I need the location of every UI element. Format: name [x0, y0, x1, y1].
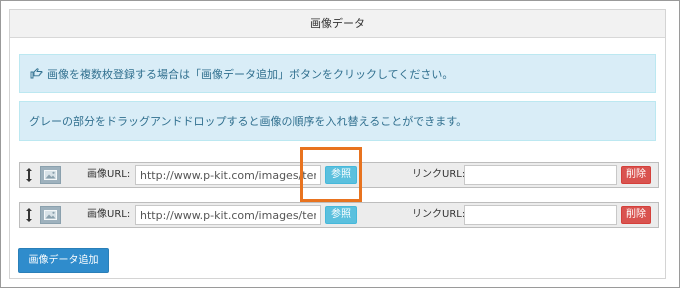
drag-handle-icon[interactable]	[25, 167, 33, 183]
delete-button[interactable]: 削除	[621, 166, 651, 184]
panel-title: 画像データ	[10, 10, 665, 38]
image-url-label: 画像URL:	[87, 209, 131, 220]
hand-pointing-right-icon	[29, 68, 43, 80]
link-url-input[interactable]	[464, 165, 617, 185]
link-url-label: リンクURL:	[412, 209, 466, 220]
add-image-data-button[interactable]: 画像データ追加	[18, 248, 109, 273]
image-thumbnail-icon	[40, 206, 61, 224]
link-url-label: リンクURL:	[412, 169, 466, 180]
image-data-panel: 画像データ 画像を複数枚登録する場合は「画像データ追加」ボタンをクリックしてくだ…	[9, 9, 666, 279]
image-thumbnail-icon	[40, 166, 61, 184]
drag-handle-icon[interactable]	[25, 207, 33, 223]
image-url-label: 画像URL:	[87, 169, 131, 180]
info-alert-multiple-images: 画像を複数枚登録する場合は「画像データ追加」ボタンをクリックしてください。	[19, 54, 656, 93]
image-url-input[interactable]	[135, 205, 321, 225]
info-text-2: グレーの部分をドラッグアンドドロップすると画像の順序を入れ替えることができます。	[29, 115, 468, 128]
link-url-input[interactable]	[464, 205, 617, 225]
browse-button[interactable]: 参照	[325, 166, 357, 184]
info-alert-drag-drop: グレーの部分をドラッグアンドドロップすると画像の順序を入れ替えることができます。	[19, 101, 656, 141]
browse-button[interactable]: 参照	[325, 206, 357, 224]
image-row[interactable]: 画像URL: 参照 リンクURL: 削除	[19, 162, 659, 188]
info-text-1: 画像を複数枚登録する場合は「画像データ追加」ボタンをクリックしてください。	[47, 67, 454, 81]
delete-button[interactable]: 削除	[621, 206, 651, 224]
image-row[interactable]: 画像URL: 参照 リンクURL: 削除	[19, 202, 659, 228]
image-url-input[interactable]	[135, 165, 321, 185]
